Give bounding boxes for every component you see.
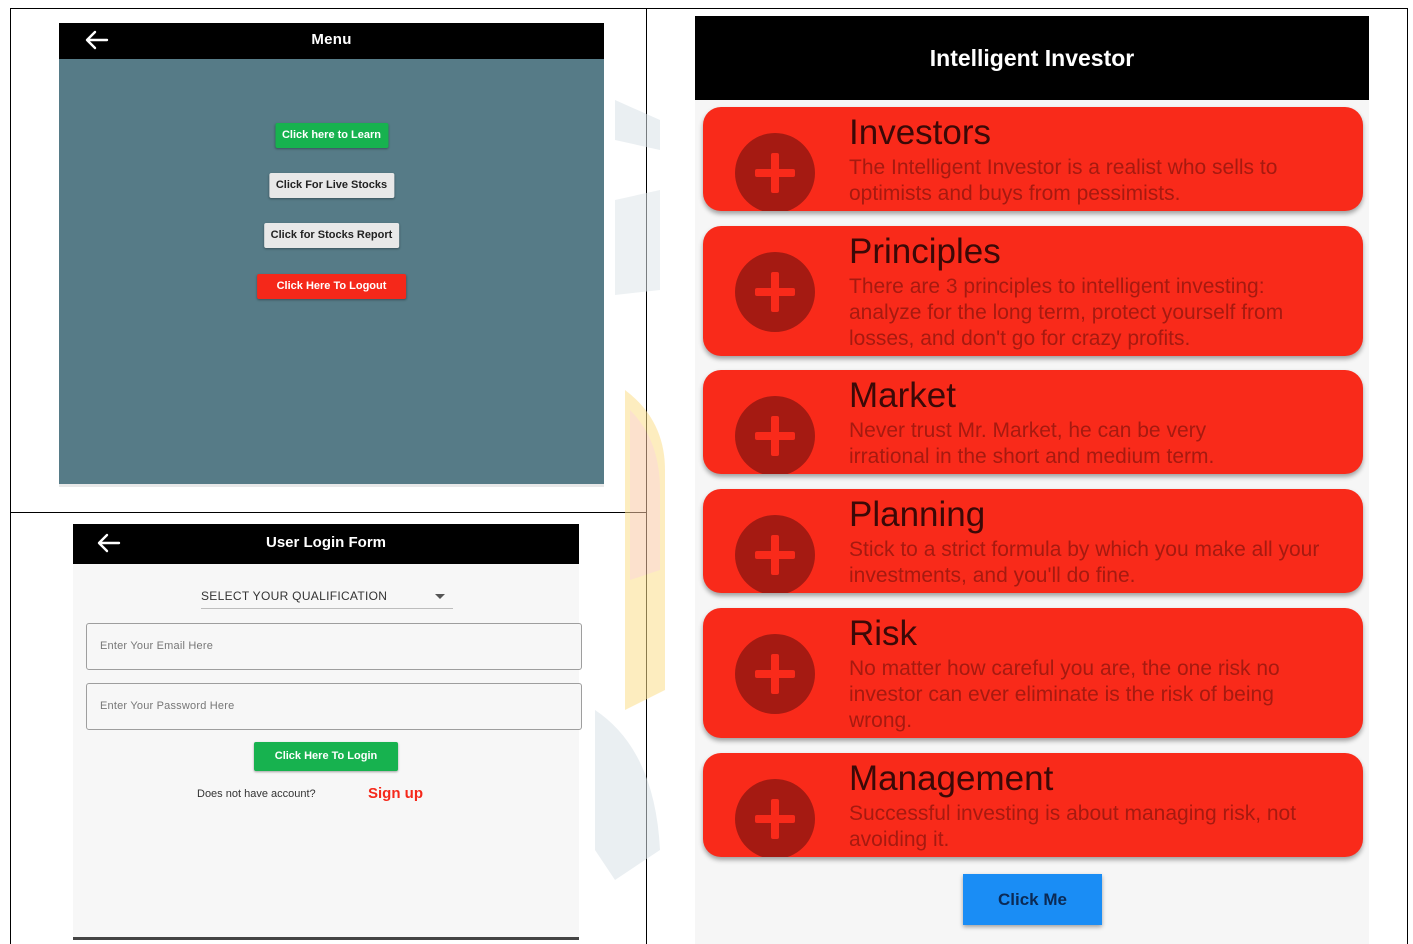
- qualification-select[interactable]: SELECT YOUR QUALIFICATION: [201, 584, 453, 609]
- click-me-button[interactable]: Click Me: [963, 874, 1102, 925]
- card-market[interactable]: Market Never trust Mr. Market, he can be…: [703, 370, 1363, 474]
- menu-title: Menu: [311, 31, 352, 48]
- card-description: There are 3 principles to intelligent in…: [849, 275, 1284, 350]
- login-bottom-edge: [73, 937, 579, 940]
- table-divider-horizontal: [10, 512, 647, 513]
- plus-circle-icon[interactable]: [735, 515, 815, 593]
- investor-title: Intelligent Investor: [929, 45, 1135, 71]
- investor-app-bar: Intelligent Investor: [695, 16, 1369, 100]
- stocks-report-button[interactable]: Click for Stocks Report: [263, 223, 400, 248]
- card-planning[interactable]: Planning Stick to a strict formula by wh…: [703, 489, 1363, 593]
- menu-app-bar: Menu: [59, 23, 604, 59]
- card-description: Stick to a strict formula by which you m…: [849, 538, 1320, 587]
- card-title: Management: [849, 759, 1054, 798]
- plus-circle-icon[interactable]: [735, 133, 815, 211]
- card-description: Never trust Mr. Market, he can be very i…: [849, 419, 1215, 468]
- logout-button[interactable]: Click Here To Logout: [256, 274, 407, 299]
- signup-link[interactable]: Sign up: [368, 785, 423, 802]
- card-title: Market: [849, 376, 956, 415]
- caret-down-icon: [435, 594, 445, 599]
- card-risk[interactable]: Risk No matter how careful you are, the …: [703, 608, 1363, 738]
- card-title: Investors: [849, 113, 991, 152]
- plus-circle-icon[interactable]: [735, 634, 815, 714]
- table-border-top: [10, 8, 1408, 9]
- plus-circle-icon[interactable]: [735, 252, 815, 332]
- card-description: No matter how careful you are, the one r…: [849, 657, 1280, 732]
- learn-button[interactable]: Click here to Learn: [274, 123, 389, 148]
- plus-circle-icon[interactable]: [735, 396, 815, 474]
- card-description: Successful investing is about managing r…: [849, 802, 1297, 851]
- card-principles[interactable]: Principles There are 3 principles to int…: [703, 226, 1363, 356]
- menu-bottom-edge: [59, 484, 604, 487]
- plus-circle-icon[interactable]: [735, 779, 815, 857]
- login-title: User Login Form: [265, 534, 386, 551]
- table-border-right: [1407, 8, 1408, 944]
- card-description: The Intelligent Investor is a realist wh…: [849, 156, 1278, 205]
- card-management[interactable]: Management Successful investing is about…: [703, 753, 1363, 857]
- login-button[interactable]: Click Here To Login: [254, 742, 398, 771]
- card-title: Planning: [849, 495, 986, 534]
- login-screen: User Login Form SELECT YOUR QUALIFICATIO…: [73, 524, 582, 940]
- menu-screen: Menu Click here to Learn Click For Live …: [59, 23, 604, 487]
- table-border-left: [10, 8, 11, 944]
- investor-screen: Intelligent Investor Investors The Intel…: [695, 16, 1369, 944]
- email-input[interactable]: Enter Your Email Here: [86, 623, 582, 670]
- no-account-text: Does not have account?: [197, 788, 316, 800]
- card-investors[interactable]: Investors The Intelligent Investor is a …: [703, 107, 1363, 211]
- card-title: Principles: [849, 232, 1001, 271]
- login-app-bar: User Login Form: [73, 524, 579, 564]
- password-input[interactable]: Enter Your Password Here: [86, 683, 582, 730]
- card-title: Risk: [849, 614, 918, 653]
- qualification-select-label: SELECT YOUR QUALIFICATION: [201, 589, 388, 603]
- live-stocks-button[interactable]: Click For Live Stocks: [268, 173, 395, 198]
